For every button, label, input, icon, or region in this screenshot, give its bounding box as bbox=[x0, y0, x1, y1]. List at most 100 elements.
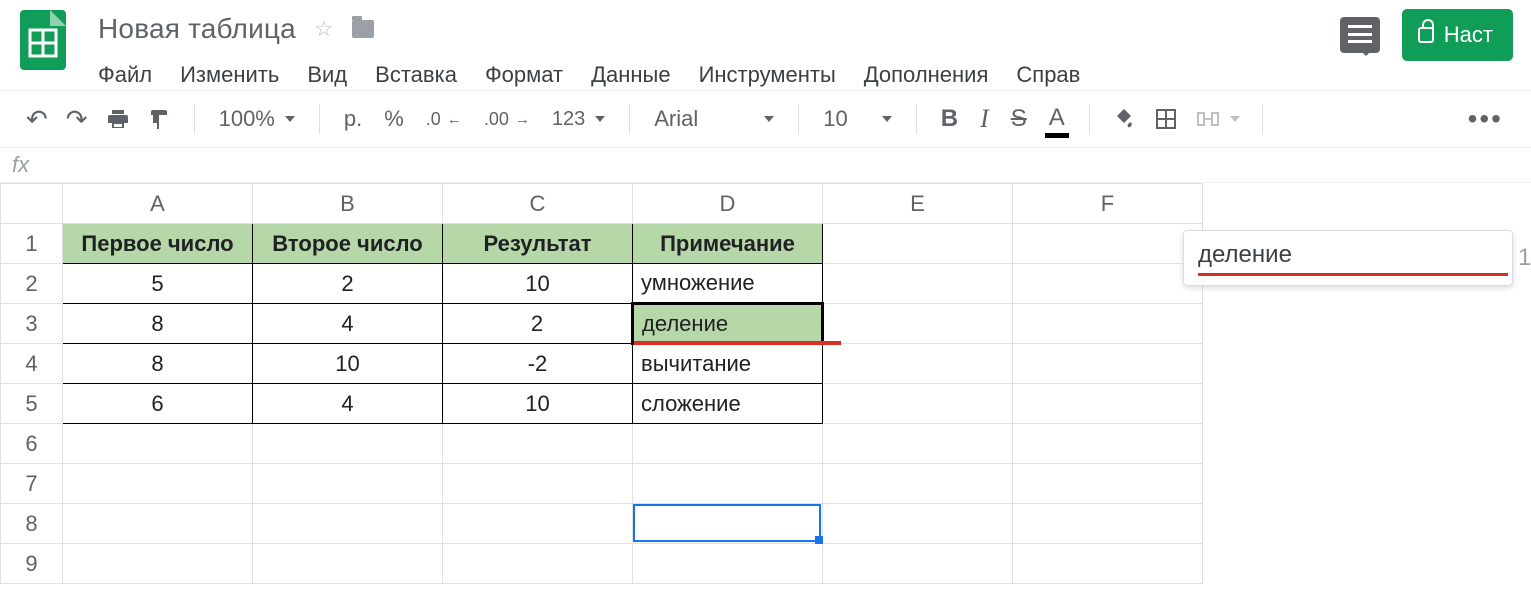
borders-button[interactable] bbox=[1146, 103, 1186, 135]
cell-D1[interactable]: Примечание bbox=[633, 224, 823, 264]
font-dropdown[interactable]: Arial bbox=[644, 102, 784, 136]
cell-F7[interactable] bbox=[1013, 464, 1203, 504]
row-header-7[interactable]: 7 bbox=[1, 464, 63, 504]
cell-E8[interactable] bbox=[823, 504, 1013, 544]
menu-help[interactable]: Справ bbox=[1016, 62, 1080, 88]
cell-F6[interactable] bbox=[1013, 424, 1203, 464]
menu-edit[interactable]: Изменить bbox=[180, 62, 279, 88]
row-header-3[interactable]: 3 bbox=[1, 304, 63, 344]
cell-A3[interactable]: 8 bbox=[63, 304, 253, 344]
zoom-dropdown[interactable]: 100% bbox=[209, 102, 305, 136]
row-header-6[interactable]: 6 bbox=[1, 424, 63, 464]
menu-tools[interactable]: Инструменты bbox=[699, 62, 836, 88]
menu-format[interactable]: Формат bbox=[485, 62, 563, 88]
col-header-E[interactable]: E bbox=[823, 184, 1013, 224]
document-title[interactable]: Новая таблица bbox=[98, 13, 296, 45]
cell-D7[interactable] bbox=[633, 464, 823, 504]
strikethrough-button[interactable]: S bbox=[1001, 101, 1037, 137]
italic-button[interactable]: I bbox=[970, 100, 999, 138]
increase-decimal-button[interactable]: .00→ bbox=[474, 105, 540, 134]
comments-icon[interactable] bbox=[1340, 17, 1380, 53]
cell-F8[interactable] bbox=[1013, 504, 1203, 544]
more-options-button[interactable]: ••• bbox=[1458, 99, 1513, 139]
col-header-D[interactable]: D bbox=[633, 184, 823, 224]
cell-C1[interactable]: Результат bbox=[443, 224, 633, 264]
cell-E3[interactable] bbox=[823, 304, 1013, 344]
col-header-B[interactable]: B bbox=[253, 184, 443, 224]
cell-A4[interactable]: 8 bbox=[63, 344, 253, 384]
cell-A8[interactable] bbox=[63, 504, 253, 544]
cell-B2[interactable]: 2 bbox=[253, 264, 443, 304]
row-header-1[interactable]: 1 bbox=[1, 224, 63, 264]
cell-B6[interactable] bbox=[253, 424, 443, 464]
cell-A9[interactable] bbox=[63, 544, 253, 584]
cell-E6[interactable] bbox=[823, 424, 1013, 464]
cell-F4[interactable] bbox=[1013, 344, 1203, 384]
cell-D6[interactable] bbox=[633, 424, 823, 464]
cell-C5[interactable]: 10 bbox=[443, 384, 633, 424]
menu-insert[interactable]: Вставка bbox=[375, 62, 457, 88]
cell-B1[interactable]: Второе число bbox=[253, 224, 443, 264]
menu-file[interactable]: Файл bbox=[98, 62, 152, 88]
cell-B7[interactable] bbox=[253, 464, 443, 504]
cell-D3[interactable]: деление bbox=[633, 304, 823, 344]
bold-button[interactable]: B bbox=[931, 101, 968, 137]
cell-F2[interactable] bbox=[1013, 264, 1203, 304]
cell-C9[interactable] bbox=[443, 544, 633, 584]
row-header-8[interactable]: 8 bbox=[1, 504, 63, 544]
cell-D4[interactable]: вычитание bbox=[633, 344, 823, 384]
row-header-9[interactable]: 9 bbox=[1, 544, 63, 584]
cell-A6[interactable] bbox=[63, 424, 253, 464]
text-color-button[interactable]: A bbox=[1039, 100, 1075, 138]
menu-addons[interactable]: Дополнения bbox=[864, 62, 989, 88]
cell-C8[interactable] bbox=[443, 504, 633, 544]
col-header-A[interactable]: A bbox=[63, 184, 253, 224]
cell-A2[interactable]: 5 bbox=[63, 264, 253, 304]
number-format-dropdown[interactable]: 123 bbox=[542, 104, 615, 135]
cell-A7[interactable] bbox=[63, 464, 253, 504]
percent-button[interactable]: % bbox=[374, 102, 414, 136]
formula-input[interactable] bbox=[43, 154, 1519, 177]
cell-E5[interactable] bbox=[823, 384, 1013, 424]
select-all-corner[interactable] bbox=[1, 184, 63, 224]
cell-F3[interactable] bbox=[1013, 304, 1203, 344]
cell-E2[interactable] bbox=[823, 264, 1013, 304]
find-input[interactable] bbox=[1198, 241, 1508, 276]
cell-B9[interactable] bbox=[253, 544, 443, 584]
cell-E4[interactable] bbox=[823, 344, 1013, 384]
cell-C2[interactable]: 10 bbox=[443, 264, 633, 304]
share-button[interactable]: Наст bbox=[1402, 9, 1513, 61]
currency-button[interactable]: р. bbox=[334, 102, 372, 136]
cell-E9[interactable] bbox=[823, 544, 1013, 584]
cell-D8[interactable] bbox=[633, 504, 823, 544]
cell-B5[interactable]: 4 bbox=[253, 384, 443, 424]
cell-B4[interactable]: 10 bbox=[253, 344, 443, 384]
cell-F5[interactable] bbox=[1013, 384, 1203, 424]
cell-D2[interactable]: умножение bbox=[633, 264, 823, 304]
cell-E1[interactable] bbox=[823, 224, 1013, 264]
cell-B3[interactable]: 4 bbox=[253, 304, 443, 344]
merge-cells-button[interactable] bbox=[1188, 103, 1248, 135]
decrease-decimal-button[interactable]: .0← bbox=[416, 105, 472, 134]
row-header-4[interactable]: 4 bbox=[1, 344, 63, 384]
row-header-5[interactable]: 5 bbox=[1, 384, 63, 424]
col-header-F[interactable]: F bbox=[1013, 184, 1203, 224]
fill-color-button[interactable] bbox=[1104, 103, 1144, 135]
folder-icon[interactable] bbox=[352, 20, 374, 38]
cell-A1[interactable]: Первое число bbox=[63, 224, 253, 264]
menu-view[interactable]: Вид bbox=[307, 62, 347, 88]
cell-C4[interactable]: -2 bbox=[443, 344, 633, 384]
cell-D5[interactable]: сложение bbox=[633, 384, 823, 424]
cell-C3[interactable]: 2 bbox=[443, 304, 633, 344]
cell-C6[interactable] bbox=[443, 424, 633, 464]
cell-C7[interactable] bbox=[443, 464, 633, 504]
undo-button[interactable]: ↶ bbox=[18, 100, 56, 139]
print-button[interactable] bbox=[98, 103, 138, 135]
font-size-dropdown[interactable]: 10 bbox=[813, 102, 901, 136]
row-header-2[interactable]: 2 bbox=[1, 264, 63, 304]
redo-button[interactable]: ↷ bbox=[58, 100, 96, 139]
star-icon[interactable]: ☆ bbox=[314, 16, 334, 42]
cell-E7[interactable] bbox=[823, 464, 1013, 504]
cell-F9[interactable] bbox=[1013, 544, 1203, 584]
cell-B8[interactable] bbox=[253, 504, 443, 544]
